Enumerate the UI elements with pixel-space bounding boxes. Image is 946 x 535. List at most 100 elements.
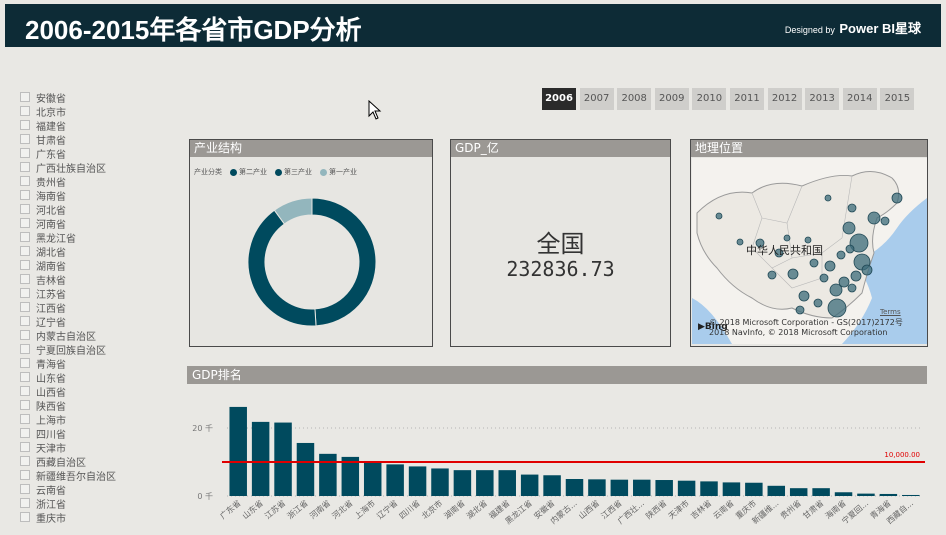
province-option[interactable]: 广西壮族自治区 bbox=[20, 160, 160, 175]
donut-slice[interactable] bbox=[311, 197, 377, 327]
gdp-bar[interactable] bbox=[363, 460, 382, 496]
province-option[interactable]: 云南省 bbox=[20, 482, 160, 497]
legend-item[interactable]: 第三产业 bbox=[275, 167, 312, 177]
checkbox-icon[interactable] bbox=[20, 442, 30, 452]
province-option[interactable]: 重庆市 bbox=[20, 510, 160, 525]
gdp-bar[interactable] bbox=[677, 480, 696, 496]
province-option[interactable]: 山东省 bbox=[20, 370, 160, 385]
province-option[interactable]: 江西省 bbox=[20, 300, 160, 315]
gdp-bar[interactable] bbox=[408, 466, 427, 496]
gdp-bar[interactable] bbox=[902, 494, 920, 496]
gdp-bar[interactable] bbox=[655, 480, 673, 496]
province-option[interactable]: 西藏自治区 bbox=[20, 454, 160, 469]
gdp-bar[interactable] bbox=[588, 479, 606, 496]
checkbox-icon[interactable] bbox=[20, 456, 30, 466]
province-option[interactable]: 上海市 bbox=[20, 412, 160, 427]
province-option[interactable]: 辽宁省 bbox=[20, 314, 160, 329]
checkbox-icon[interactable] bbox=[20, 428, 30, 438]
gdp-bar[interactable] bbox=[789, 488, 808, 496]
gdp-bar[interactable] bbox=[431, 468, 449, 496]
province-option[interactable]: 青海省 bbox=[20, 356, 160, 371]
checkbox-icon[interactable] bbox=[20, 218, 30, 228]
year-button-2007[interactable]: 2007 bbox=[579, 88, 614, 110]
checkbox-icon[interactable] bbox=[20, 134, 30, 144]
gdp-bar[interactable] bbox=[229, 406, 247, 496]
gdp-bar[interactable] bbox=[251, 421, 270, 496]
gdp-bar[interactable] bbox=[565, 479, 584, 496]
province-option[interactable]: 湖南省 bbox=[20, 258, 160, 273]
gdp-bar[interactable] bbox=[453, 470, 472, 496]
province-option[interactable]: 广东省 bbox=[20, 146, 160, 161]
donut-slice[interactable] bbox=[247, 209, 317, 327]
checkbox-icon[interactable] bbox=[20, 470, 30, 480]
province-option[interactable]: 安徽省 bbox=[20, 90, 160, 105]
gdp-bar[interactable] bbox=[722, 482, 741, 496]
checkbox-icon[interactable] bbox=[20, 288, 30, 298]
year-button-2008[interactable]: 2008 bbox=[617, 88, 652, 110]
gdp-bar[interactable] bbox=[633, 479, 651, 496]
checkbox-icon[interactable] bbox=[20, 316, 30, 326]
map-terms-link[interactable]: Terms bbox=[880, 308, 901, 316]
gdp-bar[interactable] bbox=[476, 470, 494, 496]
gdp-bar[interactable] bbox=[520, 474, 539, 496]
checkbox-icon[interactable] bbox=[20, 162, 30, 172]
province-option[interactable]: 新疆维吾尔自治区 bbox=[20, 468, 160, 483]
china-map[interactable]: 中华人民共和国 Terms ▶Bing © 2018 Microsoft Cor… bbox=[692, 158, 927, 344]
province-option[interactable]: 内蒙古自治区 bbox=[20, 328, 160, 343]
checkbox-icon[interactable] bbox=[20, 260, 30, 270]
province-option[interactable]: 河南省 bbox=[20, 216, 160, 231]
province-option[interactable]: 陕西省 bbox=[20, 398, 160, 413]
gdp-bar[interactable] bbox=[834, 492, 853, 496]
gdp-bar[interactable] bbox=[745, 482, 763, 496]
legend-item[interactable]: 第一产业 bbox=[320, 167, 357, 177]
checkbox-icon[interactable] bbox=[20, 232, 30, 242]
checkbox-icon[interactable] bbox=[20, 358, 30, 368]
gdp-bar[interactable] bbox=[386, 464, 404, 496]
year-button-2013[interactable]: 2013 bbox=[805, 88, 840, 110]
province-option[interactable]: 浙江省 bbox=[20, 496, 160, 511]
checkbox-icon[interactable] bbox=[20, 302, 30, 312]
year-button-2015[interactable]: 2015 bbox=[880, 88, 915, 110]
gdp-bar[interactable] bbox=[296, 442, 315, 496]
checkbox-icon[interactable] bbox=[20, 190, 30, 200]
checkbox-icon[interactable] bbox=[20, 176, 30, 186]
checkbox-icon[interactable] bbox=[20, 344, 30, 354]
checkbox-icon[interactable] bbox=[20, 204, 30, 214]
province-option[interactable]: 山西省 bbox=[20, 384, 160, 399]
checkbox-icon[interactable] bbox=[20, 92, 30, 102]
province-option[interactable]: 海南省 bbox=[20, 188, 160, 203]
gdp-bar[interactable] bbox=[812, 488, 830, 496]
province-option[interactable]: 贵州省 bbox=[20, 174, 160, 189]
checkbox-icon[interactable] bbox=[20, 386, 30, 396]
checkbox-icon[interactable] bbox=[20, 246, 30, 256]
gdp-bar[interactable] bbox=[879, 493, 898, 496]
gdp-bar[interactable] bbox=[610, 479, 629, 496]
gdp-bar[interactable] bbox=[498, 470, 516, 496]
checkbox-icon[interactable] bbox=[20, 400, 30, 410]
checkbox-icon[interactable] bbox=[20, 498, 30, 508]
province-option[interactable]: 江苏省 bbox=[20, 286, 160, 301]
gdp-bar[interactable] bbox=[700, 481, 718, 496]
year-button-2006[interactable]: 2006 bbox=[542, 88, 576, 110]
year-button-2014[interactable]: 2014 bbox=[842, 88, 877, 110]
gdp-bar[interactable] bbox=[857, 493, 875, 496]
checkbox-icon[interactable] bbox=[20, 414, 30, 424]
province-option[interactable]: 北京市 bbox=[20, 104, 160, 119]
province-option[interactable]: 宁夏回族自治区 bbox=[20, 342, 160, 357]
checkbox-icon[interactable] bbox=[20, 372, 30, 382]
gdp-bar[interactable] bbox=[319, 453, 337, 496]
checkbox-icon[interactable] bbox=[20, 484, 30, 494]
province-option[interactable]: 天津市 bbox=[20, 440, 160, 455]
checkbox-icon[interactable] bbox=[20, 120, 30, 130]
year-button-2010[interactable]: 2010 bbox=[692, 88, 727, 110]
gdp-bar[interactable] bbox=[767, 485, 786, 496]
checkbox-icon[interactable] bbox=[20, 512, 30, 522]
province-option[interactable]: 甘肃省 bbox=[20, 132, 160, 147]
province-option[interactable]: 黑龙江省 bbox=[20, 230, 160, 245]
province-option[interactable]: 四川省 bbox=[20, 426, 160, 441]
checkbox-icon[interactable] bbox=[20, 148, 30, 158]
province-option[interactable]: 湖北省 bbox=[20, 244, 160, 259]
checkbox-icon[interactable] bbox=[20, 106, 30, 116]
province-option[interactable]: 福建省 bbox=[20, 118, 160, 133]
checkbox-icon[interactable] bbox=[20, 274, 30, 284]
